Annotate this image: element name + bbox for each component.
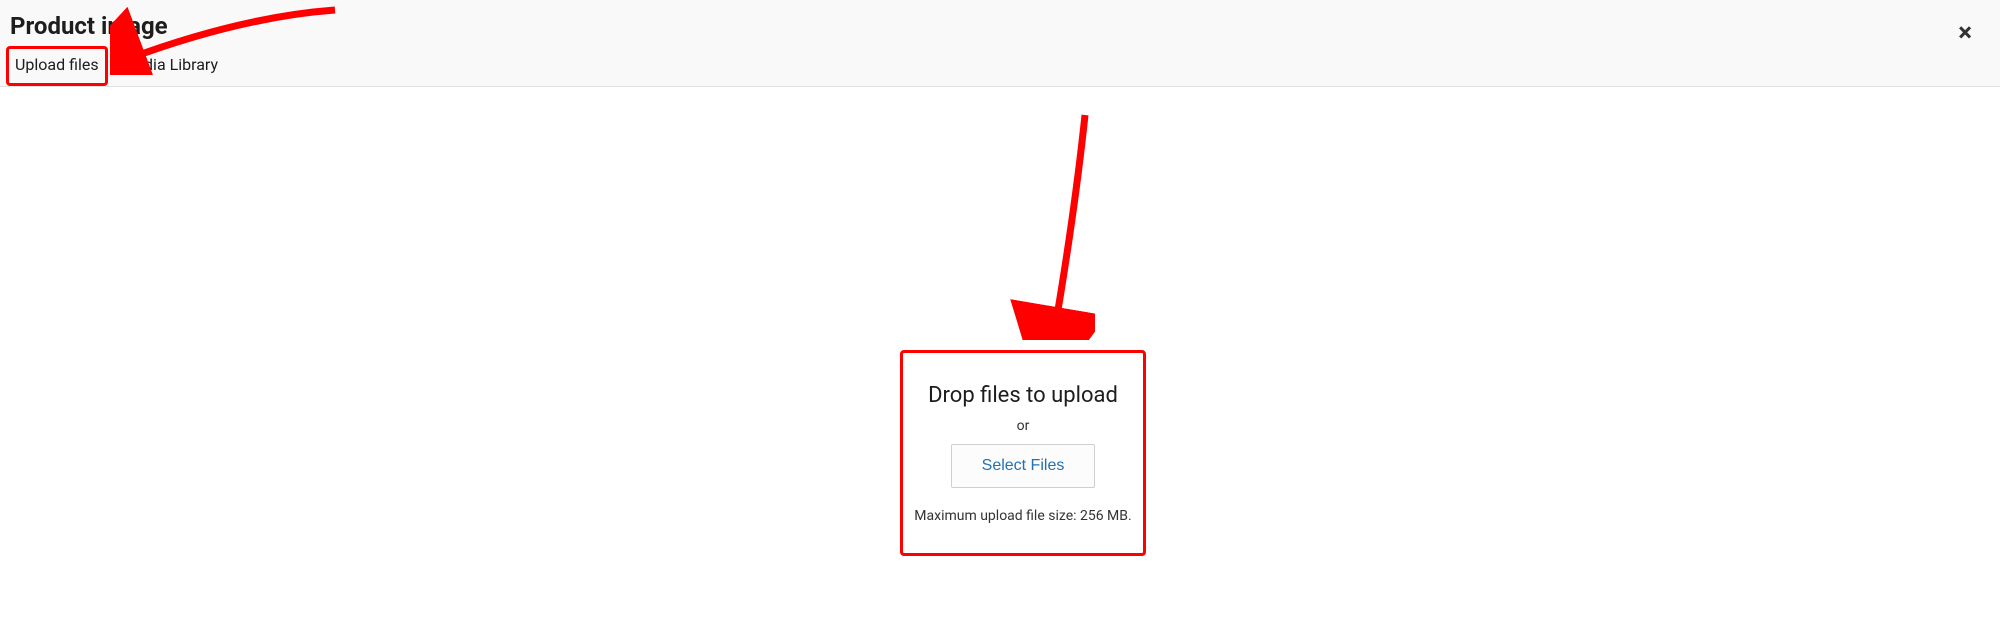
dropzone-title: Drop files to upload <box>928 383 1118 408</box>
tabs-row: Upload files Media Library <box>0 46 2000 86</box>
dropzone-or-text: or <box>1017 418 1030 434</box>
upload-dropzone[interactable]: Drop files to upload or Select Files Max… <box>900 350 1146 556</box>
annotation-arrow-upload <box>1005 110 1095 340</box>
max-upload-size-text: Maximum upload file size: 256 MB. <box>914 508 1131 524</box>
close-icon[interactable]: × <box>1958 20 1972 46</box>
tab-upload-files[interactable]: Upload files <box>6 46 108 86</box>
select-files-button[interactable]: Select Files <box>951 444 1096 488</box>
page-title: Product image <box>0 0 2000 46</box>
tab-media-library[interactable]: Media Library <box>114 47 226 85</box>
modal-header: Product image Upload files Media Library… <box>0 0 2000 87</box>
